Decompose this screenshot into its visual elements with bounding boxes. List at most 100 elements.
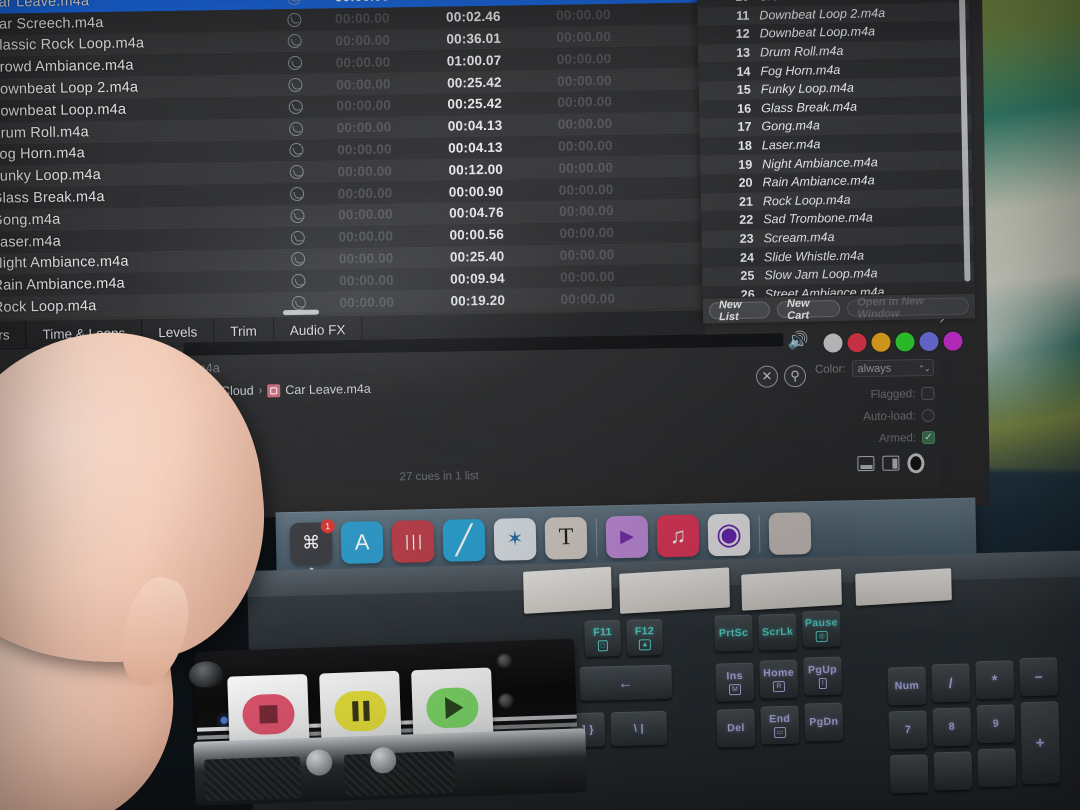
key-numpad-5[interactable] xyxy=(933,751,973,791)
key-numpad-4[interactable] xyxy=(889,754,929,794)
pad-screw-top xyxy=(496,652,514,670)
trash-icon[interactable] xyxy=(768,511,812,555)
cue-target-icon[interactable] xyxy=(282,12,306,27)
swatch-none[interactable] xyxy=(823,333,843,353)
key-delete[interactable]: Del xyxy=(716,708,756,748)
key-insert[interactable]: Ins M xyxy=(715,662,755,702)
swatch-orange[interactable] xyxy=(871,332,891,352)
list-item-number: 15 xyxy=(736,82,751,98)
hand xyxy=(0,310,364,810)
cue-pre-wait: 00:00.00 xyxy=(337,141,392,158)
cue-target-icon[interactable] xyxy=(286,252,310,267)
key-backslash[interactable]: \ | xyxy=(610,710,668,747)
key-f11[interactable]: F11 □ xyxy=(584,619,622,657)
textedit-icon[interactable]: T xyxy=(544,516,588,560)
label-keycap-2[interactable] xyxy=(619,567,730,614)
label-keycap-4[interactable] xyxy=(855,568,952,606)
cue-pre-wait: 00:00.00 xyxy=(339,293,395,310)
cue-pre-wait: 00:00.00 xyxy=(338,228,394,245)
status-bar-text: 27 cues in 1 list xyxy=(399,470,479,484)
new-cart-button[interactable]: New Cart xyxy=(776,297,841,321)
key-numpad-7[interactable]: 7 xyxy=(888,710,928,750)
quicktime-icon[interactable]: ▶ xyxy=(605,515,649,558)
cue-target-icon[interactable] xyxy=(286,274,310,289)
key-numpad-6[interactable] xyxy=(977,748,1017,788)
auto-load-radio[interactable] xyxy=(921,408,935,423)
key-pause[interactable]: Pause ◎ xyxy=(802,610,841,648)
cue-target-icon[interactable] xyxy=(283,56,307,71)
auto-load-option-row[interactable]: Auto-load: xyxy=(863,408,935,423)
cue-target-icon[interactable] xyxy=(286,230,310,245)
color-mode-row[interactable]: Color: always xyxy=(815,358,934,378)
swatch-red[interactable] xyxy=(847,333,867,353)
flagged-checkbox[interactable] xyxy=(921,386,935,401)
list-item-label: Downbeat Loop 2.m4a xyxy=(759,5,886,23)
show-inspector-button[interactable] xyxy=(857,455,875,472)
key-page-down[interactable]: PgDn xyxy=(804,702,844,742)
music-icon[interactable]: ♫ xyxy=(656,513,700,557)
pad-screw-bottom xyxy=(497,692,515,710)
key-numpad-plus[interactable]: + xyxy=(1020,701,1061,785)
list-item-label: Glass Break.m4a xyxy=(760,99,858,116)
cue-pre-wait: 00:00.00 xyxy=(337,185,393,201)
cue-target-icon[interactable] xyxy=(285,165,309,180)
list-item-number: 23 xyxy=(739,231,754,246)
swatch-green[interactable] xyxy=(895,332,915,352)
numbers-icon[interactable]: ∣∣∣ xyxy=(391,519,435,563)
cue-target-icon[interactable] xyxy=(287,295,311,311)
safari-icon[interactable]: ✶ xyxy=(493,517,537,561)
cue-target-icon[interactable] xyxy=(285,208,309,223)
cue-target-icon[interactable] xyxy=(283,34,307,49)
key-backspace[interactable]: ← xyxy=(579,664,673,701)
cue-list-table[interactable]: Car Leave.m4a 00:00.00 00:09.54 00:00.00… xyxy=(0,0,705,322)
cue-name: Crowd Ambiance.m4a xyxy=(0,57,134,77)
cue-duration: 00:25.40 xyxy=(449,248,505,265)
xcode-icon[interactable]: ╱ xyxy=(442,518,486,562)
swatch-blue[interactable] xyxy=(919,331,939,352)
key-page-up[interactable]: PgUp I xyxy=(803,656,843,696)
label-keycap-3[interactable] xyxy=(741,568,842,611)
cue-name: Laser.m4a xyxy=(0,233,62,251)
choose-file-button[interactable]: ⚲ xyxy=(783,364,807,388)
key-numpad-8[interactable]: 8 xyxy=(932,707,972,747)
photo-scene: Car Leave.m4a 00:00.00 00:09.54 00:00.00… xyxy=(0,0,1080,810)
flagged-option-row[interactable]: Flagged: xyxy=(870,386,935,401)
cue-duration: 00:00.90 xyxy=(448,183,504,200)
key-scroll-lock[interactable]: ScrLk xyxy=(758,613,798,651)
cue-duration: 01:00.07 xyxy=(446,52,502,69)
qlab-icon[interactable]: ◉ xyxy=(707,512,751,563)
speaker-icon[interactable]: 🔊 xyxy=(787,331,808,351)
cue-name: Gong.m4a xyxy=(0,211,61,229)
key-num-lock[interactable]: Num xyxy=(887,666,927,706)
cue-target-icon[interactable] xyxy=(282,0,306,5)
key-home[interactable]: Home R xyxy=(759,659,799,699)
cue-target-icon[interactable] xyxy=(283,77,307,93)
key-end[interactable]: End ▭ xyxy=(760,705,800,745)
cue-target-icon[interactable] xyxy=(284,99,308,114)
key-numpad-multiply[interactable]: * xyxy=(975,660,1015,700)
cue-target-icon[interactable] xyxy=(284,121,308,136)
go-button[interactable] xyxy=(907,455,924,470)
swatch-magenta[interactable] xyxy=(943,331,963,351)
cue-target-icon[interactable] xyxy=(285,186,309,202)
app-store-icon[interactable]: A xyxy=(340,520,384,564)
list-item-label: Laser.m4a xyxy=(761,137,821,153)
cue-pre-wait: 00:00.00 xyxy=(336,97,392,114)
cue-post-wait: 00:00.00 xyxy=(559,225,615,241)
key-numpad-divide[interactable]: / xyxy=(931,663,971,703)
key-print-screen[interactable]: PrtSc xyxy=(714,614,754,652)
view-mode-buttons[interactable] xyxy=(857,455,924,472)
clear-target-button[interactable]: ✕ xyxy=(755,365,779,388)
cue-target-icon[interactable] xyxy=(284,143,308,158)
armed-option-row[interactable]: Armed: ✓ xyxy=(879,430,936,445)
list-item-label: Drum Roll.m4a xyxy=(759,43,844,60)
color-mode-select[interactable]: always xyxy=(851,358,934,378)
new-list-button[interactable]: New List xyxy=(708,298,771,323)
color-swatch-row[interactable] xyxy=(823,331,963,353)
show-sidebar-button[interactable] xyxy=(882,455,900,471)
key-numpad-minus[interactable]: − xyxy=(1019,657,1059,697)
key-f12[interactable]: F12 ▲ xyxy=(626,618,664,656)
armed-checkbox[interactable]: ✓ xyxy=(921,430,936,445)
key-numpad-9[interactable]: 9 xyxy=(976,704,1016,744)
list-item-label: Fog Horn.m4a xyxy=(760,62,841,79)
